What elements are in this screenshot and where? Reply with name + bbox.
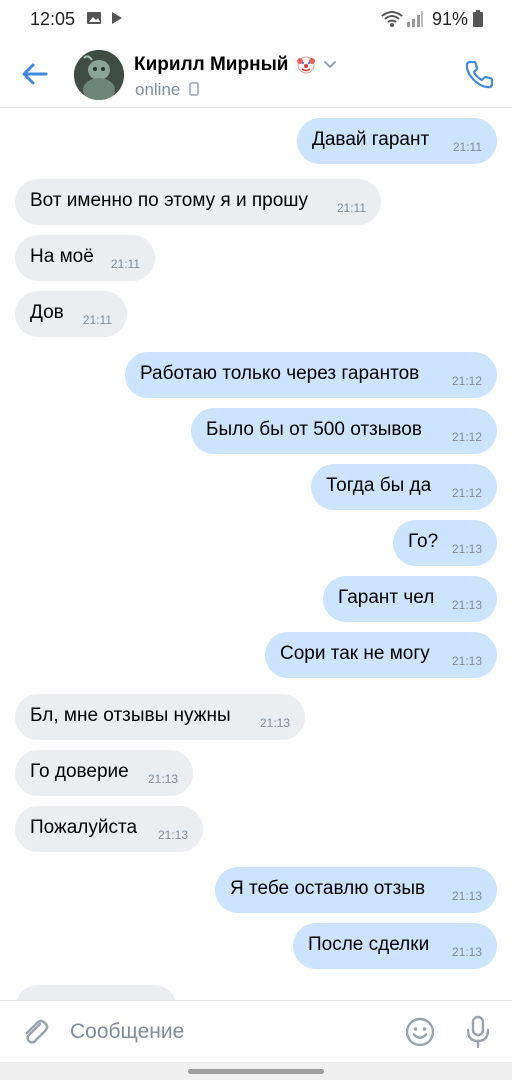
message-time: 21:13: [451, 945, 482, 959]
message-time: 21:13: [451, 889, 482, 903]
message-bubble-outgoing[interactable]: Тогда бы да 21:12: [311, 464, 497, 510]
message-bubble-incoming[interactable]: Вот именно по этому я и прошу 21:11: [15, 179, 381, 225]
message-list[interactable]: Давай гарант 21:11 Вот именно по этому я…: [0, 108, 512, 1000]
message-text: Бл, мне отзывы нужны: [30, 705, 231, 726]
message-bubble-incoming[interactable]: Дов 21:11: [15, 291, 127, 337]
phone-icon: [465, 60, 494, 89]
back-button[interactable]: [18, 58, 52, 90]
message-time: 21:12: [451, 430, 482, 444]
voice-record-button[interactable]: [462, 1014, 494, 1050]
message-bubble-incoming[interactable]: Пожалуйста 21:13: [15, 806, 203, 852]
chevron-down-icon[interactable]: [323, 60, 337, 70]
message-text: Было бы от 500 отзывов: [206, 419, 422, 440]
message-text: Вот именно по этому я и прошу: [30, 190, 309, 211]
message-text: Го доверие: [30, 761, 129, 782]
message-text: На моё: [30, 246, 94, 267]
message-bubble-outgoing[interactable]: Гарант чел 21:13: [323, 576, 497, 622]
home-gesture-handle[interactable]: [188, 1069, 324, 1074]
clown-emoji-icon: [297, 56, 315, 74]
message-text: Дов: [30, 302, 64, 323]
message-time: 21:13: [451, 598, 482, 612]
paperclip-icon: [25, 1019, 49, 1044]
message-time: 21:11: [82, 313, 112, 327]
signal-icon: [407, 11, 423, 27]
message-bubble-outgoing[interactable]: Сори так не могу 21:13: [265, 632, 497, 678]
message-bubble-outgoing[interactable]: Давай гарант 21:11: [297, 118, 497, 164]
message-bubble-incoming[interactable]: На моё 21:11: [15, 235, 155, 281]
status-text: online: [135, 80, 181, 99]
emoji-icon: [405, 1017, 435, 1047]
message-text: После сделки: [308, 934, 430, 955]
message-bubble-outgoing[interactable]: Работаю только через гарантов 21:12: [125, 352, 497, 398]
message-time: 21:13: [451, 654, 482, 668]
attach-button[interactable]: [18, 1015, 52, 1049]
status-bar: 12:05 91%: [0, 0, 512, 40]
battery-icon: [473, 10, 483, 27]
gallery-icon: [87, 12, 101, 24]
message-text: Давай гарант: [312, 129, 430, 150]
message-time: 21:13: [451, 542, 482, 556]
message-text: Гарант чел: [338, 587, 435, 608]
message-text: Го?: [408, 531, 439, 552]
back-arrow-icon: [22, 63, 48, 85]
chat-header: Кирилл Мирный online: [0, 40, 512, 108]
play-icon: [112, 12, 122, 24]
message-bubble-outgoing[interactable]: Го? 21:13: [393, 520, 497, 566]
message-input[interactable]: [70, 1015, 370, 1049]
status-time: 12:05: [30, 9, 76, 29]
wifi-icon: [381, 11, 403, 27]
microphone-icon: [466, 1015, 490, 1049]
message-bubble-incoming[interactable]: Го доверие 21:13: [15, 750, 193, 796]
avatar[interactable]: [74, 50, 124, 100]
message-time: 21:11: [452, 140, 482, 154]
message-bubble-incoming-partial[interactable]: [15, 985, 177, 1000]
message-bubble-incoming[interactable]: Бл, мне отзывы нужны 21:13: [15, 694, 305, 740]
message-time: 21:11: [336, 201, 366, 215]
contact-name[interactable]: Кирилл Мирный: [134, 54, 288, 76]
message-bubble-outgoing[interactable]: Я тебе оставлю отзыв 21:13: [215, 867, 497, 913]
contact-status: online: [135, 80, 199, 100]
message-text: Пожалуйста: [30, 817, 138, 838]
message-time: 21:13: [147, 772, 178, 786]
message-time: 21:13: [259, 716, 290, 730]
message-time: 21:13: [157, 828, 188, 842]
system-nav-bar: [0, 1062, 512, 1080]
message-time: 21:12: [451, 374, 482, 388]
call-button[interactable]: [456, 50, 504, 98]
message-text: Сори так не могу: [280, 643, 430, 664]
emoji-button[interactable]: [404, 1016, 436, 1048]
message-text: Работаю только через гарантов: [140, 363, 420, 384]
message-text: Тогда бы да: [326, 475, 432, 496]
message-composer: [0, 1000, 512, 1062]
message-time: 21:11: [110, 257, 140, 271]
message-text: Я тебе оставлю отзыв: [230, 878, 426, 899]
battery-percent: 91%: [432, 9, 469, 29]
message-bubble-outgoing[interactable]: Было бы от 500 отзывов 21:12: [191, 408, 497, 454]
mobile-device-icon: [189, 82, 199, 96]
message-time: 21:12: [451, 486, 482, 500]
message-bubble-outgoing[interactable]: После сделки 21:13: [293, 923, 497, 969]
